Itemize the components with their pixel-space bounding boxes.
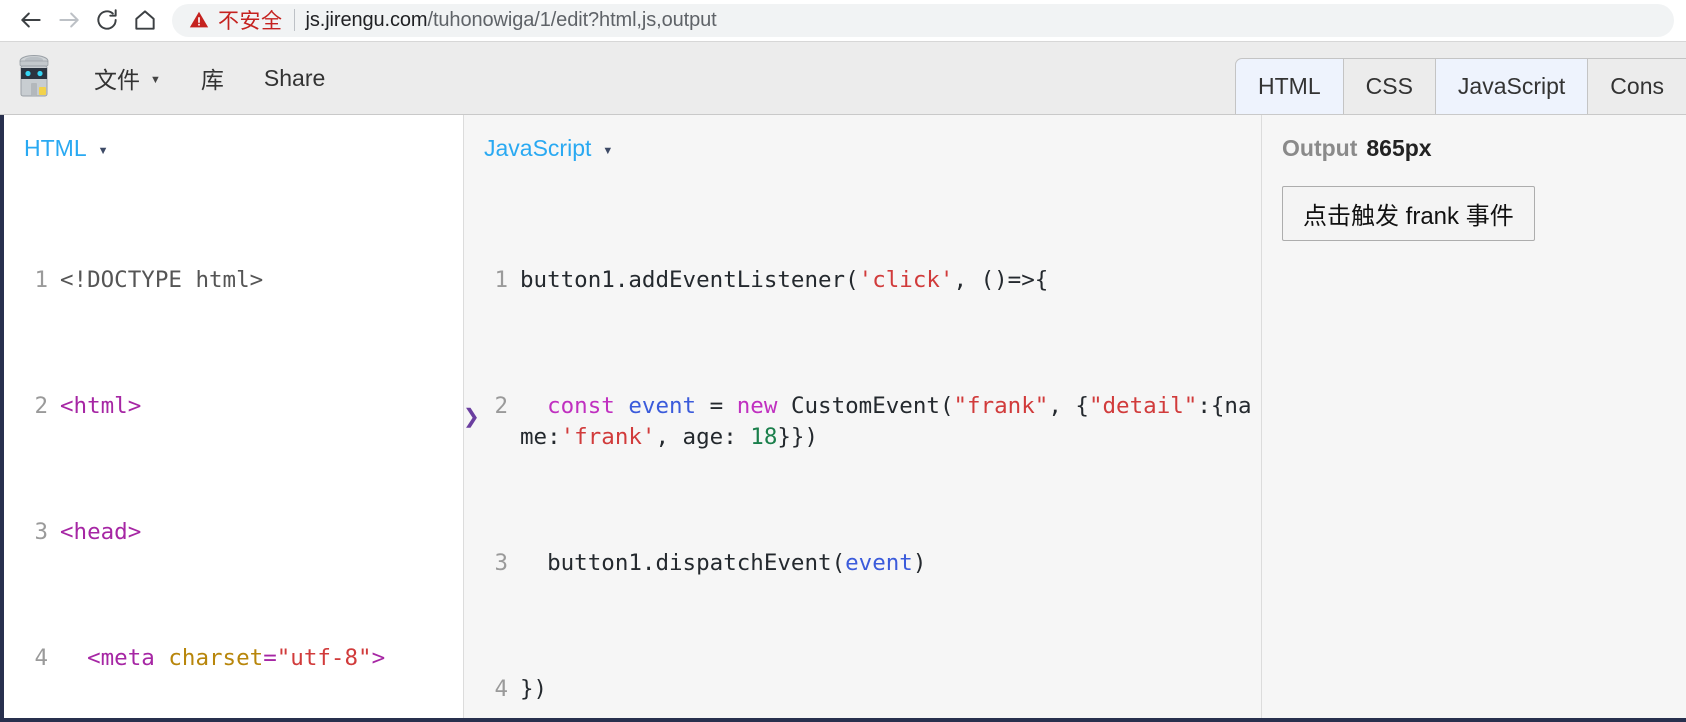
line-number: 3 — [34, 518, 48, 545]
forward-button[interactable] — [50, 1, 88, 39]
address-bar[interactable]: 不安全 js.jirengu.com/tuhonowiga/1/edit?htm… — [172, 3, 1674, 37]
javascript-panel-header[interactable]: JavaScript ▼ — [464, 115, 1261, 170]
panel-tabs: HTML CSS JavaScript Cons — [1235, 42, 1686, 114]
menu-item-file[interactable]: 文件 ▼ — [74, 42, 181, 114]
javascript-code-editor[interactable]: 1 button1.addEventListener('click', ()=>… — [464, 170, 1261, 718]
line-number: 4 — [34, 644, 48, 671]
security-warning-text: 不安全 — [218, 10, 283, 33]
chevron-down-icon[interactable]: ▼ — [602, 145, 613, 157]
code-text: <meta charset="utf-8"> — [87, 644, 386, 671]
reload-button[interactable] — [88, 1, 126, 39]
line-number: 4 — [494, 676, 508, 702]
url-path: /tuhonowiga/1/edit?html,js,output — [427, 8, 717, 31]
code-text: <html> — [60, 392, 142, 419]
code-text: }) — [520, 676, 548, 702]
menu-item-file-label: 文件 — [94, 67, 140, 93]
output-preview-area: 点击触发 frank 事件 — [1262, 170, 1686, 241]
code-line[interactable]: 3 <head> — [4, 517, 463, 549]
code-line[interactable]: 4 <meta charset="utf-8"> — [4, 643, 463, 675]
menu-item-library-label: 库 — [200, 67, 224, 93]
chevron-down-icon: ▼ — [150, 74, 161, 86]
tab-html[interactable]: HTML — [1235, 58, 1343, 114]
back-button[interactable] — [12, 1, 50, 39]
editor-workspace: HTML ▼ 1 <!DOCTYPE html> 2 <html> 3 <hea… — [0, 115, 1686, 722]
line-number: 3 — [494, 550, 508, 576]
app-toolbar: 文件 ▼ 库 Share HTML CSS JavaScript Cons — [0, 41, 1686, 115]
jsbin-robot-logo-icon[interactable] — [12, 52, 56, 104]
code-text: button1.addEventListener('click', ()=>{ — [520, 266, 1049, 293]
omnibox-divider — [293, 9, 295, 31]
home-button[interactable] — [126, 1, 164, 39]
browser-toolbar: 不安全 js.jirengu.com/tuhonowiga/1/edit?htm… — [0, 0, 1686, 41]
output-panel-header: Output 865px — [1262, 115, 1686, 170]
code-text: button1.dispatchEvent(event) — [547, 550, 927, 576]
arrow-left-icon — [18, 7, 44, 33]
chevron-down-icon[interactable]: ▼ — [98, 145, 109, 157]
url-host: js.jirengu.com — [305, 8, 428, 31]
line-number: 1 — [34, 266, 48, 293]
javascript-panel: ❯ JavaScript ▼ 1 button1.addEventListene… — [464, 115, 1262, 718]
code-line[interactable]: 1 <!DOCTYPE html> — [4, 265, 463, 297]
tab-html-label: HTML — [1258, 73, 1321, 99]
code-line[interactable]: 4 }) — [464, 674, 1261, 706]
output-panel-title: Output — [1282, 135, 1358, 161]
tab-console-label: Cons — [1610, 73, 1664, 99]
home-icon — [132, 7, 158, 33]
tab-javascript-label: JavaScript — [1457, 73, 1566, 99]
line-number: 2 — [34, 392, 48, 419]
output-width-label: 865px — [1366, 135, 1432, 161]
code-line[interactable]: 2 const event = new CustomEvent("frank",… — [464, 391, 1261, 454]
code-line[interactable]: 1 button1.addEventListener('click', ()=>… — [464, 265, 1261, 297]
warning-triangle-icon — [188, 9, 210, 31]
code-line[interactable]: 2 <html> — [4, 391, 463, 423]
reload-icon — [94, 7, 120, 33]
output-panel: Output 865px 点击触发 frank 事件 — [1262, 115, 1686, 718]
code-line[interactable]: 3 button1.dispatchEvent(event) — [464, 548, 1261, 580]
panel-resize-handle-icon[interactable]: ❯ — [464, 407, 480, 427]
address-bar-url: js.jirengu.com/tuhonowiga/1/edit?html,js… — [306, 9, 717, 32]
html-panel-title: HTML — [24, 135, 87, 161]
html-panel: HTML ▼ 1 <!DOCTYPE html> 2 <html> 3 <hea… — [4, 115, 464, 718]
html-panel-header[interactable]: HTML ▼ — [4, 115, 463, 170]
menu-item-library[interactable]: 库 — [181, 42, 244, 114]
code-text: const event = new CustomEvent("frank", {… — [520, 392, 1252, 451]
code-text: <!DOCTYPE html> — [60, 266, 264, 293]
tab-css[interactable]: CSS — [1342, 58, 1435, 114]
toolbar-left-group: 文件 ▼ 库 Share — [0, 42, 345, 114]
tab-css-label: CSS — [1365, 73, 1413, 99]
line-number: 1 — [494, 266, 508, 293]
tab-console[interactable]: Cons — [1587, 58, 1686, 114]
html-code-editor[interactable]: 1 <!DOCTYPE html> 2 <html> 3 <head> 4 <m… — [4, 170, 463, 718]
trigger-frank-event-button[interactable]: 点击触发 frank 事件 — [1282, 186, 1535, 241]
tab-javascript[interactable]: JavaScript — [1434, 58, 1588, 114]
code-text: <head> — [60, 518, 142, 545]
javascript-panel-title: JavaScript — [484, 135, 592, 161]
menu-item-share[interactable]: Share — [244, 42, 345, 114]
arrow-right-icon — [56, 7, 82, 33]
menu-item-share-label: Share — [263, 64, 326, 91]
